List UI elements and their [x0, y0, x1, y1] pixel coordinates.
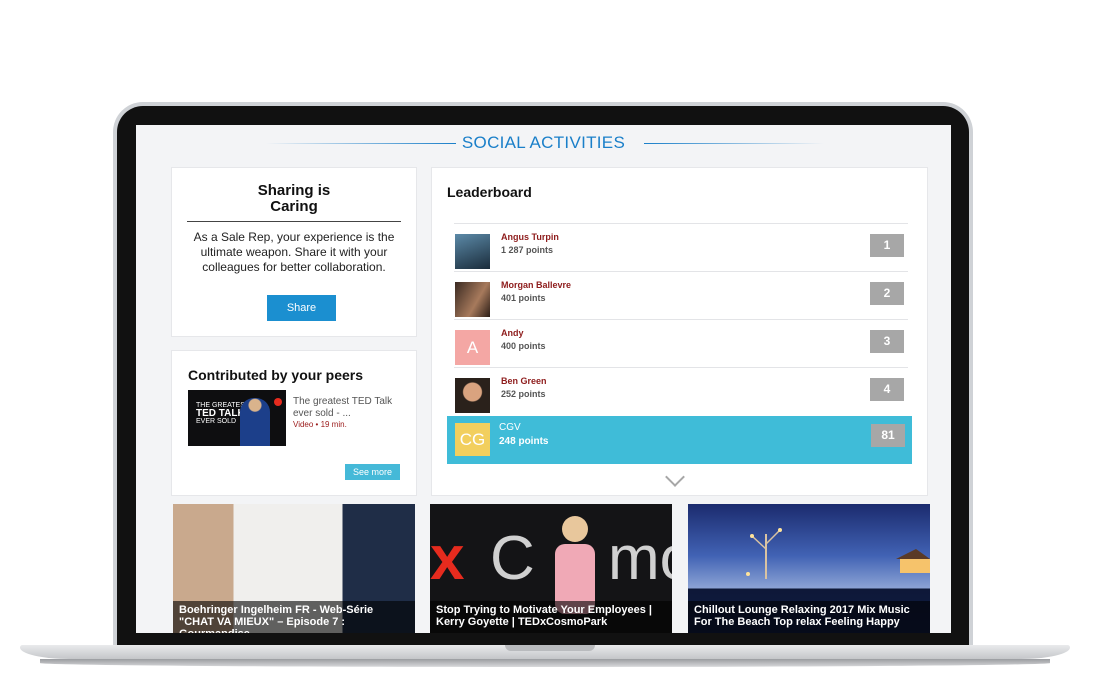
video-title: Chillout Lounge Relaxing 2017 Mix Music … — [688, 601, 930, 633]
rank-badge: 4 — [870, 378, 904, 401]
current-user-name: CGV — [499, 422, 521, 433]
video-title: Stop Trying to Motivate Your Employees |… — [430, 601, 672, 633]
leaderboard-title: Leaderboard — [447, 184, 532, 200]
avatar-initial: A — [455, 330, 490, 365]
video-tile[interactable]: x C mo Stop Trying to Motivate Your Empl… — [430, 504, 672, 633]
share-button[interactable]: Share — [267, 295, 336, 321]
leader-points: 400 points — [501, 341, 546, 351]
video-tile[interactable]: Boehringer Ingelheim FR - Web-Série "CHA… — [173, 504, 415, 633]
laptop-notch — [505, 645, 595, 651]
sharing-card: Sharing is Caring As a Sale Rep, your ex… — [172, 168, 416, 336]
video-tile[interactable]: Chillout Lounge Relaxing 2017 Mix Music … — [688, 504, 930, 633]
leaderboard-row[interactable]: A Andy 400 points 3 — [454, 319, 908, 368]
leader-points: 252 points — [501, 389, 546, 399]
avatar — [455, 282, 490, 317]
leaderboard-row[interactable]: Angus Turpin 1 287 points 1 — [454, 223, 908, 272]
leader-points: 1 287 points — [501, 245, 554, 255]
sharing-divider — [187, 221, 401, 222]
current-user-avatar: CG — [455, 423, 490, 456]
rank-badge: 1 — [870, 234, 904, 257]
sharing-title-line2: Caring — [270, 198, 318, 215]
avatar — [455, 234, 490, 269]
speaker-figure — [240, 398, 270, 446]
leader-name[interactable]: Angus Turpin — [501, 232, 559, 242]
svg-text:C: C — [490, 524, 535, 593]
avatar — [455, 378, 490, 413]
svg-text:x: x — [430, 524, 465, 593]
leader-points: 401 points — [501, 293, 546, 303]
leaderboard-card: Leaderboard Angus Turpin 1 287 points 1 … — [432, 168, 927, 495]
current-user-points: 248 points — [499, 436, 549, 447]
section-title: SOCIAL ACTIVITIES — [461, 133, 626, 152]
sharing-text: As a Sale Rep, your experience is the ul… — [193, 230, 395, 274]
peer-item-meta: Video • 19 min. — [293, 420, 347, 429]
laptop-base-shadow — [40, 659, 1050, 667]
sharing-title-line1: Sharing is — [257, 182, 331, 199]
leaderboard-row[interactable]: Ben Green 252 points 4 — [454, 367, 908, 416]
rank-badge: 3 — [870, 330, 904, 353]
rank-badge: 2 — [870, 282, 904, 305]
peers-title: Contributed by your peers — [188, 367, 364, 383]
leader-name[interactable]: Morgan Ballevre — [501, 280, 571, 290]
chevron-down-icon[interactable] — [665, 467, 685, 487]
svg-text:mo: mo — [608, 524, 672, 593]
peer-video-thumbnail[interactable]: THE GREATEST TED TALK EVER SOLD — [188, 390, 286, 446]
current-user-row[interactable]: CG CGV 248 points 81 — [447, 416, 912, 464]
see-more-button[interactable]: See more — [345, 464, 400, 480]
leaderboard-row[interactable]: Morgan Ballevre 401 points 2 — [454, 271, 908, 320]
peers-card: Contributed by your peers THE GREATEST T… — [172, 351, 416, 495]
video-title: Boehringer Ingelheim FR - Web-Série "CHA… — [173, 601, 415, 633]
ted-logo-dot — [274, 398, 282, 406]
peer-item-title[interactable]: The greatest TED Talk ever sold - ... — [293, 396, 403, 420]
sharing-title: Sharing is Caring — [172, 183, 416, 215]
current-user-rank: 81 — [871, 424, 905, 447]
leader-name[interactable]: Andy — [501, 328, 524, 338]
screen: SOCIAL ACTIVITIES Sharing is Caring As a… — [136, 125, 951, 633]
leader-name[interactable]: Ben Green — [501, 376, 547, 386]
